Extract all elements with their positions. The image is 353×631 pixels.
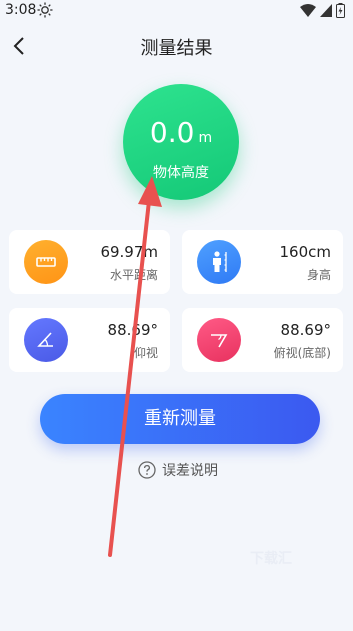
signal-icon [320, 4, 332, 17]
person-height-icon [197, 240, 241, 284]
horizontal-distance-card: 69.97m 水平距离 [9, 230, 170, 294]
battery-icon [336, 3, 345, 18]
status-time: 3:08 [5, 2, 37, 18]
page-title: 测量结果 [140, 38, 213, 59]
elevation-angle-value: 88.69° [107, 321, 158, 339]
remeasure-button[interactable]: 重新测量 [40, 394, 320, 444]
horizontal-distance-label: 水平距离 [109, 268, 158, 282]
height-number: 0.0 [149, 116, 195, 149]
brightness-icon [37, 2, 53, 18]
wifi-icon [300, 4, 316, 17]
elevation-angle-icon [24, 318, 68, 362]
question-circle-icon [138, 461, 156, 479]
body-height-value: 160cm [279, 243, 332, 261]
body-height-label: 身高 [306, 268, 331, 282]
depression-angle-label: 俯视(底部) [273, 346, 331, 360]
elevation-angle-card: 88.69° 仰视 [9, 308, 170, 372]
depression-angle-card: 88.69° 俯视(底部) [182, 308, 343, 372]
ruler-icon [24, 240, 68, 284]
height-value: 0.0 m [123, 116, 239, 149]
horizontal-distance-value: 69.97m [100, 243, 158, 261]
body-height-card[interactable]: 160cm 身高 [182, 230, 343, 294]
elevation-angle-label: 仰视 [133, 346, 158, 360]
height-unit: m [198, 130, 213, 146]
result-circle: 0.0 m 物体高度 [123, 84, 239, 200]
depression-angle-value: 88.69° [280, 321, 331, 339]
nav-bar: 测量结果 [0, 22, 353, 70]
error-explanation-link[interactable]: 误差说明 [138, 460, 218, 480]
status-bar: 3:08 [0, 0, 353, 22]
depression-angle-icon [197, 318, 241, 362]
height-label: 物体高度 [153, 165, 209, 181]
watermark: 下载汇 [250, 551, 292, 567]
error-explanation-label: 误差说明 [162, 463, 218, 479]
